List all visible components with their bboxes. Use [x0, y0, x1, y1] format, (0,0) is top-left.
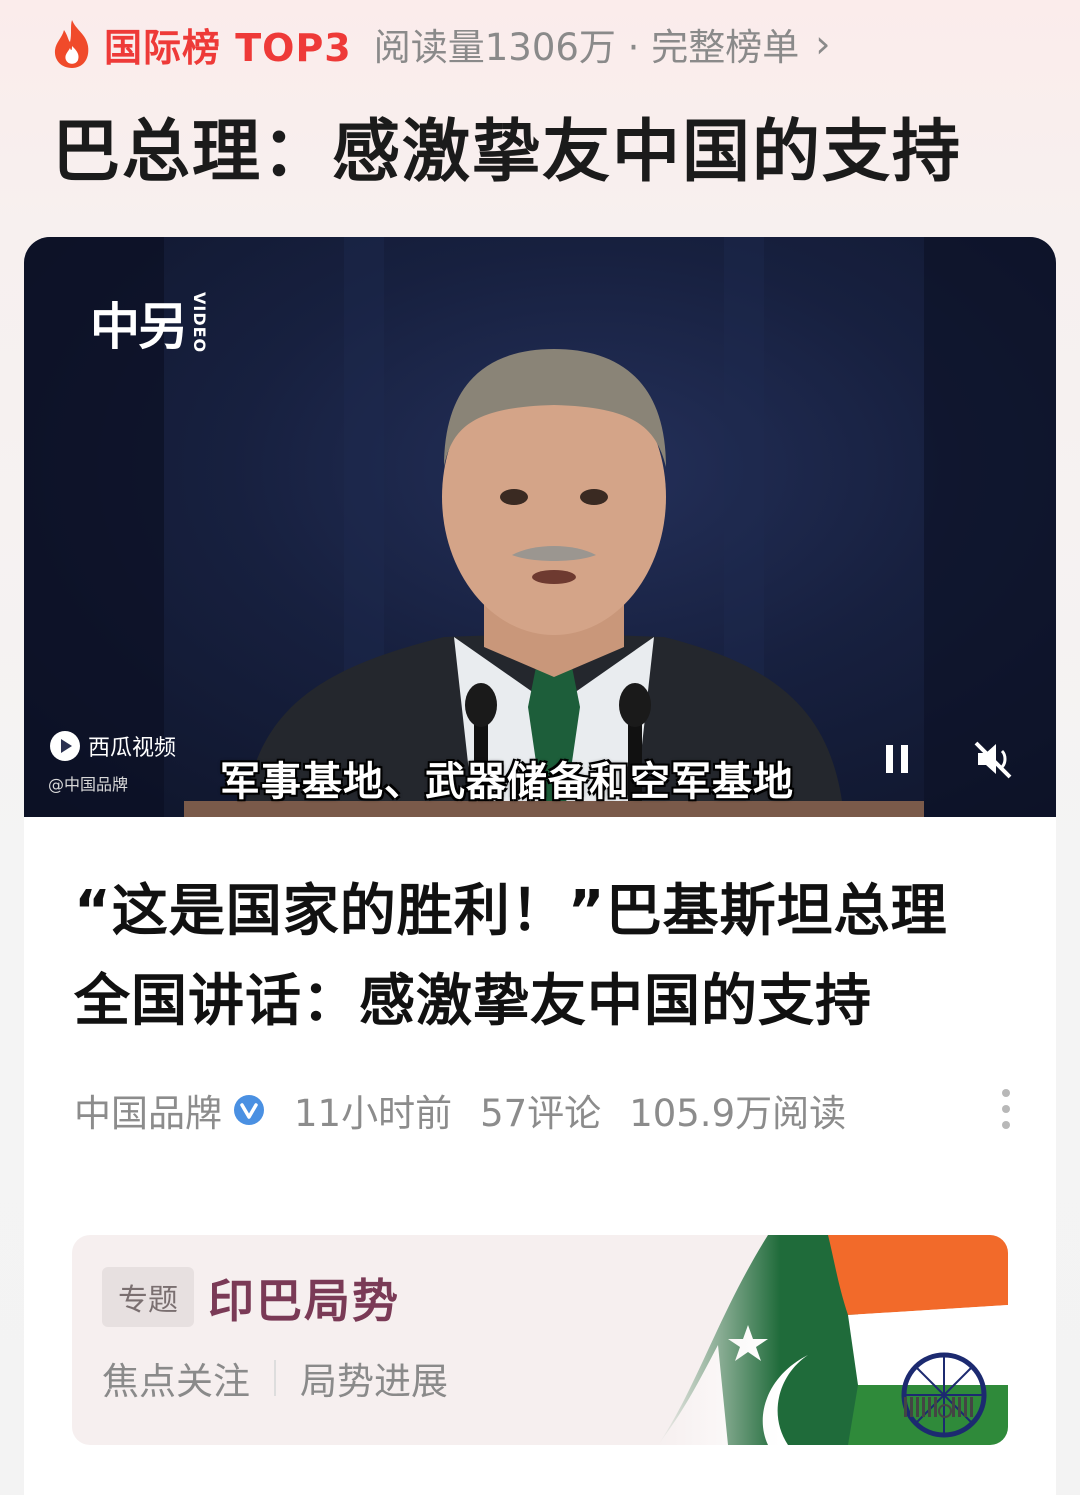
- rank-read-count[interactable]: 阅读量1306万 · 完整榜单: [374, 17, 799, 71]
- news-card: 中另 VIDEO 西瓜视频 @中国品牌 军事基地、武器储备和空军基地 “这是国家…: [24, 237, 1056, 1495]
- article-title[interactable]: “这是国家的胜利！”巴基斯坦总理 全国讲话：感激挚友中国的支持: [74, 867, 1024, 1047]
- article-title-line1: “这是国家的胜利！”巴基斯坦总理: [74, 879, 948, 944]
- publish-time: 11小时前: [294, 1092, 453, 1135]
- more-vertical-icon[interactable]: [1000, 1089, 1012, 1129]
- page-headline[interactable]: 巴总理：感激挚友中国的支持: [52, 96, 962, 195]
- author-name[interactable]: 中国品牌: [74, 1083, 222, 1137]
- channel-logo-text: 中另: [90, 298, 188, 356]
- channel-logo-sub: VIDEO: [190, 292, 209, 354]
- topic-card[interactable]: 专题 印巴局势 焦点关注 局势进展: [72, 1235, 1008, 1445]
- topic-tag: 专题: [102, 1267, 194, 1327]
- comment-count[interactable]: 57评论: [480, 1083, 601, 1137]
- topic-link-focus[interactable]: 焦点关注: [102, 1351, 250, 1405]
- pause-icon[interactable]: [882, 741, 912, 777]
- uploader-handle: @中国品牌: [48, 775, 129, 794]
- watermark-bars: [904, 1397, 973, 1418]
- platform-name: 西瓜视频: [88, 736, 177, 761]
- mute-icon[interactable]: [972, 737, 1016, 781]
- channel-logo: 中另 VIDEO: [90, 287, 209, 359]
- topic-divider: [274, 1360, 276, 1396]
- rank-label: 国际榜 TOP3: [104, 25, 352, 70]
- topic-title[interactable]: 印巴局势: [208, 1265, 400, 1331]
- flame-icon: [54, 20, 89, 68]
- ranking-header[interactable]: 国际榜 TOP3 阅读量1306万 · 完整榜单 ›: [50, 16, 830, 72]
- verified-icon: [234, 1095, 264, 1125]
- topic-links: 焦点关注 局势进展: [102, 1351, 448, 1405]
- read-count: 105.9万阅读: [629, 1092, 847, 1135]
- article-title-line2: 全国讲话：感激挚友中国的支持: [74, 969, 872, 1034]
- article-meta: 中国品牌 11小时前 57评论 105.9万阅读: [74, 1083, 1024, 1137]
- chevron-right-icon[interactable]: ›: [815, 22, 830, 66]
- topic-link-progress[interactable]: 局势进展: [300, 1351, 448, 1405]
- xigua-watermark: 西瓜视频: [48, 729, 176, 763]
- video-player[interactable]: 中另 VIDEO 西瓜视频 @中国品牌 军事基地、武器储备和空军基地: [24, 237, 1056, 817]
- video-subtitle: 军事基地、武器储备和空军基地: [220, 759, 794, 805]
- xigua-play-icon: [50, 731, 80, 761]
